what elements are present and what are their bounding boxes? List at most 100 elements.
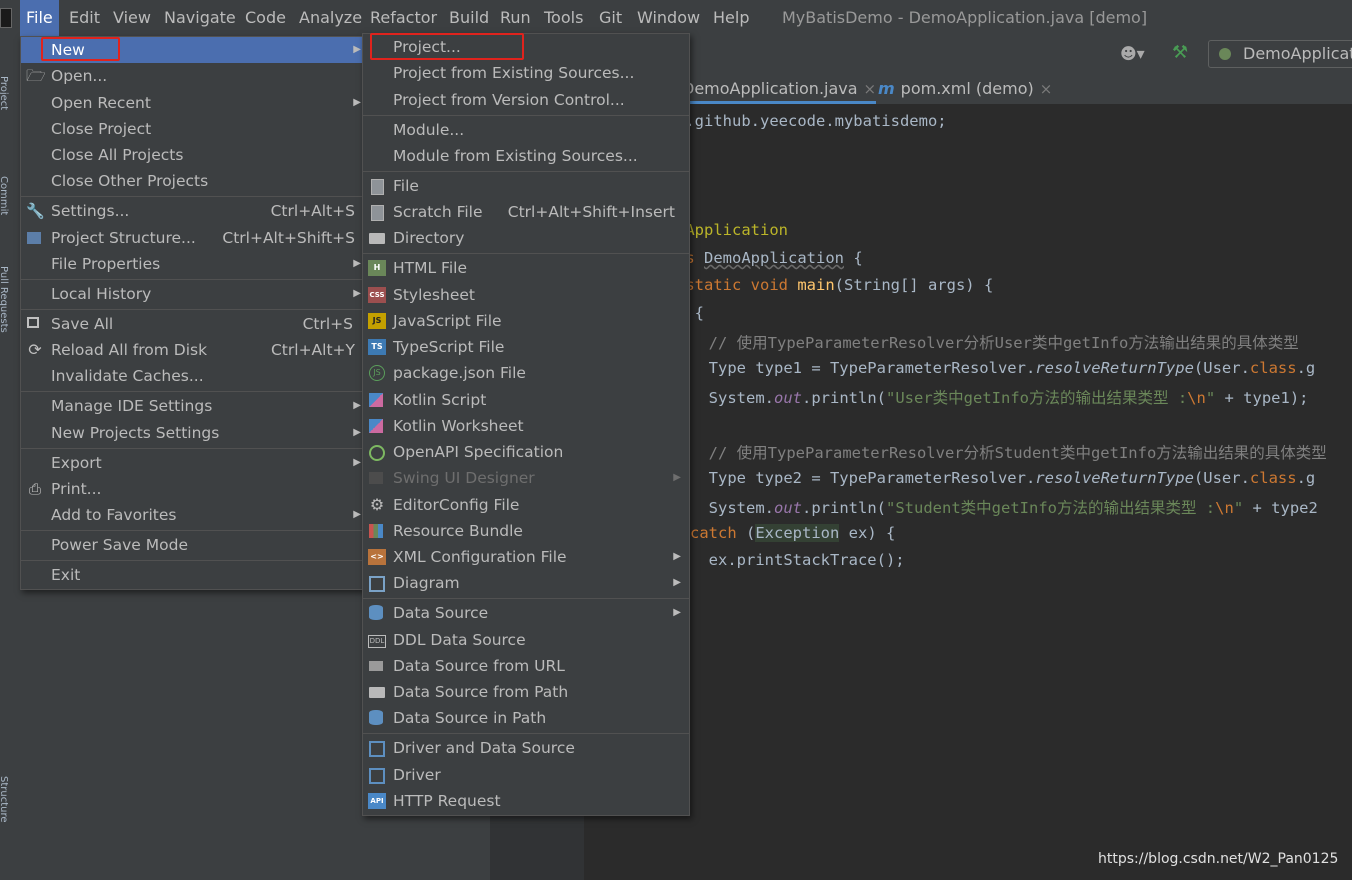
code-line: // 使用TypeParameterResolver分析Student类中get… <box>690 444 1327 462</box>
menu-item-data-source-path[interactable]: Data Source from Path <box>363 679 689 705</box>
code-line: tApplication <box>676 221 788 239</box>
menu-edit[interactable]: Edit <box>63 0 106 36</box>
menu-item-label: New Projects Settings <box>51 424 220 442</box>
menu-item-package-json[interactable]: JS package.json File <box>363 360 689 386</box>
close-icon[interactable]: × <box>864 80 877 98</box>
menu-item-label: Driver <box>393 766 441 784</box>
menu-file[interactable]: File <box>20 0 59 36</box>
menu-item-directory[interactable]: Directory <box>363 225 689 251</box>
menu-item-module[interactable]: Module... <box>363 117 689 143</box>
javascript-file-icon: JS <box>368 313 386 329</box>
menu-tools[interactable]: Tools <box>538 0 589 36</box>
menu-separator <box>363 598 689 599</box>
shortcut-label: Ctrl+S <box>302 315 353 333</box>
menu-item-label: Open... <box>51 67 108 85</box>
menu-refactor[interactable]: Refactor <box>364 0 443 36</box>
menu-git[interactable]: Git <box>593 0 628 36</box>
code-editor[interactable]: m.github.yeecode.mybatisdemo; tApplicati… <box>584 104 1352 880</box>
menu-item-settings[interactable]: 🔧 Settings... Ctrl+Alt+S <box>21 198 365 224</box>
menu-item-typescript-file[interactable]: TS TypeScript File <box>363 334 689 360</box>
menu-item-data-source-in-path[interactable]: Data Source in Path <box>363 705 689 731</box>
menu-item-open-recent[interactable]: Open Recent ▶ <box>21 90 365 116</box>
menu-item-print[interactable]: ⎙ Print... <box>21 476 365 502</box>
menu-item-close-project[interactable]: Close Project <box>21 116 365 142</box>
menu-item-label: Driver and Data Source <box>393 739 575 757</box>
submenu-arrow-icon: ▶ <box>673 577 681 588</box>
menu-item-label: Data Source in Path <box>393 709 547 727</box>
menu-code[interactable]: Code <box>239 0 292 36</box>
menu-window[interactable]: Window <box>631 0 706 36</box>
tab-pom-xml[interactable]: m pom.xml (demo) × <box>878 74 1052 104</box>
tool-window-commit[interactable]: Commit <box>0 176 9 215</box>
menu-view[interactable]: View <box>107 0 157 36</box>
menu-item-html-file[interactable]: H HTML File <box>363 255 689 281</box>
menu-item-scratch-file[interactable]: Scratch File Ctrl+Alt+Shift+Insert <box>363 199 689 225</box>
user-dropdown-icon[interactable]: ☻▾ <box>1120 44 1145 63</box>
menu-item-kotlin-script[interactable]: Kotlin Script <box>363 387 689 413</box>
menu-build[interactable]: Build <box>443 0 495 36</box>
shortcut-label: Ctrl+Alt+Shift+Insert <box>507 203 675 221</box>
menu-item-http-request[interactable]: API HTTP Request <box>363 788 689 814</box>
menu-item-driver-and-data-source[interactable]: Driver and Data Source <box>363 735 689 761</box>
menu-item-project-from-existing-sources[interactable]: Project from Existing Sources... <box>363 60 689 86</box>
openapi-icon <box>369 445 385 461</box>
menu-item-stylesheet[interactable]: CSS Stylesheet <box>363 282 689 308</box>
menu-item-power-save-mode[interactable]: Power Save Mode <box>21 532 365 558</box>
menu-item-javascript-file[interactable]: JS JavaScript File <box>363 308 689 334</box>
menu-item-editorconfig[interactable]: ⚙ EditorConfig File <box>363 492 689 518</box>
css-file-icon: CSS <box>368 287 386 303</box>
menu-item-openapi[interactable]: OpenAPI Specification <box>363 439 689 465</box>
menu-item-xml-config[interactable]: <> XML Configuration File ▶ <box>363 544 689 570</box>
menu-item-file[interactable]: File <box>363 173 689 199</box>
menu-navigate[interactable]: Navigate <box>158 0 242 36</box>
menu-item-kotlin-worksheet[interactable]: Kotlin Worksheet <box>363 413 689 439</box>
menu-separator <box>21 196 365 197</box>
submenu-arrow-icon: ▶ <box>353 400 361 411</box>
build-hammer-icon[interactable]: ⚒ <box>1172 42 1188 63</box>
tab-demo-application[interactable]: DemoApplication.java × <box>682 74 877 104</box>
run-configuration-selector[interactable]: DemoApplicati <box>1208 40 1352 68</box>
menu-run[interactable]: Run <box>494 0 537 36</box>
menu-item-swing-ui-designer: Swing UI Designer ▶ <box>363 465 689 491</box>
menu-item-save-all[interactable]: Save All Ctrl+S <box>21 311 365 337</box>
menu-item-label: Kotlin Worksheet <box>393 417 524 435</box>
menu-item-ddl-data-source[interactable]: DDL DDL Data Source <box>363 627 689 653</box>
menu-item-label: OpenAPI Specification <box>393 443 564 461</box>
menu-item-project-from-vcs[interactable]: Project from Version Control... <box>363 87 689 113</box>
tool-window-structure[interactable]: Structure <box>0 776 9 823</box>
code-line: Type type1 = TypeParameterResolver.resol… <box>690 359 1316 377</box>
code-line: catch (Exception ex) { <box>690 524 896 542</box>
scratch-file-icon <box>371 205 384 221</box>
tool-window-pull-requests[interactable]: Pull Requests <box>0 266 9 333</box>
menu-item-open[interactable]: 🗁 Open... <box>21 63 365 89</box>
menu-item-data-source-url[interactable]: Data Source from URL <box>363 653 689 679</box>
menu-item-close-other-projects[interactable]: Close Other Projects <box>21 168 365 194</box>
menu-item-driver[interactable]: Driver <box>363 762 689 788</box>
menu-item-resource-bundle[interactable]: Resource Bundle <box>363 518 689 544</box>
menu-item-exit[interactable]: Exit <box>21 562 365 588</box>
menu-item-close-all-projects[interactable]: Close All Projects <box>21 142 365 168</box>
menu-help[interactable]: Help <box>707 0 755 36</box>
menu-item-file-properties[interactable]: File Properties ▶ <box>21 251 365 277</box>
menu-item-export[interactable]: Export ▶ <box>21 450 365 476</box>
menu-item-label: Power Save Mode <box>51 536 188 554</box>
swing-designer-icon <box>369 472 383 484</box>
close-icon[interactable]: × <box>1040 80 1053 98</box>
menu-item-label: Scratch File <box>393 203 483 221</box>
menu-item-label: Project from Version Control... <box>393 91 625 109</box>
folder-icon <box>369 687 385 698</box>
menu-item-diagram[interactable]: Diagram ▶ <box>363 570 689 596</box>
menu-item-local-history[interactable]: Local History ▶ <box>21 281 365 307</box>
menu-item-module-from-existing-sources[interactable]: Module from Existing Sources... <box>363 143 689 169</box>
menu-item-data-source[interactable]: Data Source ▶ <box>363 600 689 626</box>
menu-item-manage-ide-settings[interactable]: Manage IDE Settings ▶ <box>21 393 365 419</box>
tool-window-project[interactable]: Project <box>0 76 9 110</box>
menu-item-project-structure[interactable]: Project Structure... Ctrl+Alt+Shift+S <box>21 225 365 251</box>
menu-item-invalidate-caches[interactable]: Invalidate Caches... <box>21 363 365 389</box>
menu-item-label: TypeScript File <box>393 338 505 356</box>
menu-item-reload-all[interactable]: ⟳ Reload All from Disk Ctrl+Alt+Y <box>21 337 365 363</box>
menu-item-add-to-favorites[interactable]: Add to Favorites ▶ <box>21 502 365 528</box>
database-icon <box>369 605 383 620</box>
menu-analyze[interactable]: Analyze <box>293 0 368 36</box>
menu-item-new-projects-settings[interactable]: New Projects Settings ▶ <box>21 420 365 446</box>
